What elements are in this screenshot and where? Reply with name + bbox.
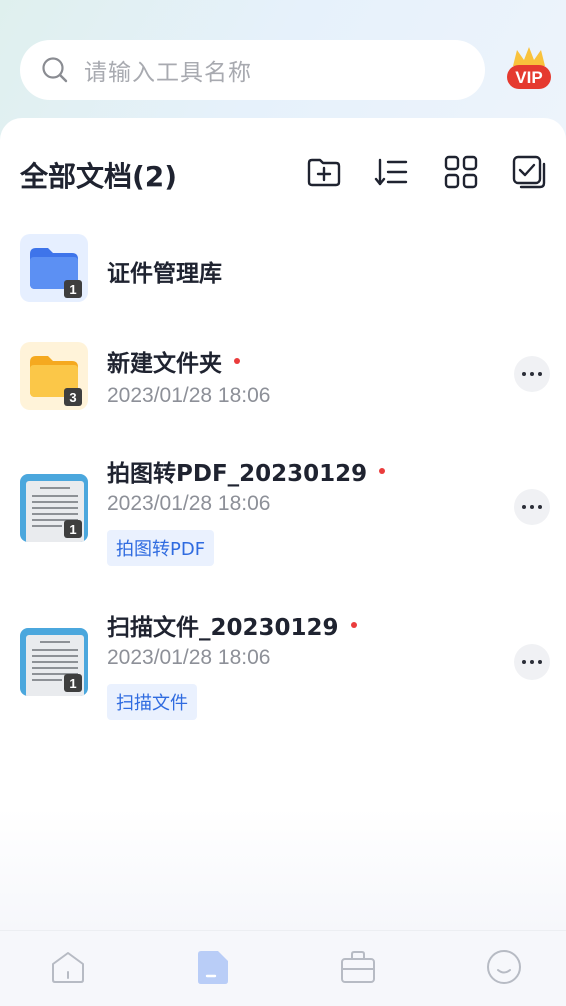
new-folder-button[interactable] bbox=[304, 152, 344, 192]
more-options-button[interactable] bbox=[514, 644, 550, 680]
more-icon-dot bbox=[530, 505, 534, 509]
more-icon-dot bbox=[538, 505, 542, 509]
list-item-new-folder[interactable]: 3 新建文件夹 2023/01/28 18:06 bbox=[0, 342, 566, 422]
bottom-navigation bbox=[0, 930, 566, 1006]
nav-toolbox[interactable] bbox=[338, 947, 378, 987]
folder-thumbnail: 3 bbox=[20, 342, 88, 410]
more-icon-dot bbox=[522, 660, 526, 664]
text-line bbox=[40, 487, 70, 489]
text-line bbox=[32, 495, 78, 497]
multi-select-icon bbox=[512, 155, 546, 189]
text-line bbox=[32, 655, 78, 657]
item-tag[interactable]: 扫描文件 bbox=[107, 684, 197, 720]
item-tag[interactable]: 拍图转PDF bbox=[107, 530, 215, 566]
item-count-badge: 1 bbox=[64, 674, 82, 692]
text-line bbox=[32, 649, 78, 651]
item-count-badge: 1 bbox=[64, 280, 82, 298]
item-date: 2023/01/28 18:06 bbox=[107, 492, 271, 515]
document-thumbnail: 1 bbox=[20, 474, 88, 542]
unread-dot bbox=[234, 357, 240, 364]
text-line bbox=[40, 641, 70, 643]
text-line bbox=[32, 507, 78, 509]
more-icon-dot bbox=[522, 505, 526, 509]
text-line bbox=[32, 661, 78, 663]
more-icon-dot bbox=[522, 372, 526, 376]
documents-icon bbox=[198, 951, 228, 984]
nav-home[interactable] bbox=[48, 947, 88, 987]
toolbox-icon bbox=[341, 951, 375, 983]
item-name: 证件管理库 bbox=[107, 261, 222, 287]
text-line bbox=[32, 667, 78, 669]
unread-dot bbox=[350, 621, 357, 628]
vip-label: VIP bbox=[515, 68, 542, 87]
more-icon-dot bbox=[530, 372, 534, 376]
unread-dot bbox=[379, 467, 386, 474]
list-item-id-library[interactable]: 1 证件管理库 bbox=[0, 234, 566, 302]
more-icon-dot bbox=[530, 660, 534, 664]
home-icon bbox=[52, 952, 84, 983]
more-icon-dot bbox=[538, 660, 542, 664]
text-line bbox=[32, 513, 78, 515]
search-placeholder: 请输入工具名称 bbox=[84, 60, 252, 86]
text-line bbox=[32, 501, 78, 503]
profile-icon bbox=[487, 950, 521, 984]
list-item-scanned-file[interactable]: 1 扫描文件_20230129 2023/01/28 18:06 扫描文件 bbox=[0, 606, 566, 726]
item-count-badge: 1 bbox=[64, 520, 82, 538]
sort-icon bbox=[374, 158, 408, 186]
more-options-button[interactable] bbox=[514, 356, 550, 392]
folder-add-icon bbox=[307, 158, 341, 187]
nav-profile[interactable] bbox=[484, 947, 524, 987]
multi-select-button[interactable] bbox=[509, 152, 549, 192]
search-bar[interactable]: 请输入工具名称 bbox=[20, 40, 485, 100]
item-count-badge: 3 bbox=[64, 388, 82, 406]
item-date: 2023/01/28 18:06 bbox=[107, 384, 271, 407]
more-options-button[interactable] bbox=[514, 489, 550, 525]
item-name: 新建文件夹 bbox=[107, 344, 240, 378]
item-name: 拍图转PDF_20230129 bbox=[107, 454, 386, 488]
sort-button[interactable] bbox=[371, 152, 411, 192]
folder-thumbnail: 1 bbox=[20, 234, 88, 302]
item-date: 2023/01/28 18:06 bbox=[107, 646, 271, 669]
vip-crown-icon[interactable]: VIP bbox=[506, 44, 552, 92]
item-name: 扫描文件_20230129 bbox=[107, 608, 357, 642]
document-thumbnail: 1 bbox=[20, 628, 88, 696]
text-line bbox=[32, 679, 62, 681]
search-icon bbox=[42, 57, 68, 83]
grid-view-button[interactable] bbox=[441, 152, 481, 192]
nav-documents[interactable] bbox=[193, 947, 233, 987]
list-item-photo-to-pdf[interactable]: 1 拍图转PDF_20230129 2023/01/28 18:06 拍图转PD… bbox=[0, 452, 566, 572]
page-title: 全部文档(2) bbox=[20, 160, 178, 193]
text-line bbox=[32, 525, 62, 527]
more-icon-dot bbox=[538, 372, 542, 376]
grid-view-icon bbox=[444, 155, 478, 189]
